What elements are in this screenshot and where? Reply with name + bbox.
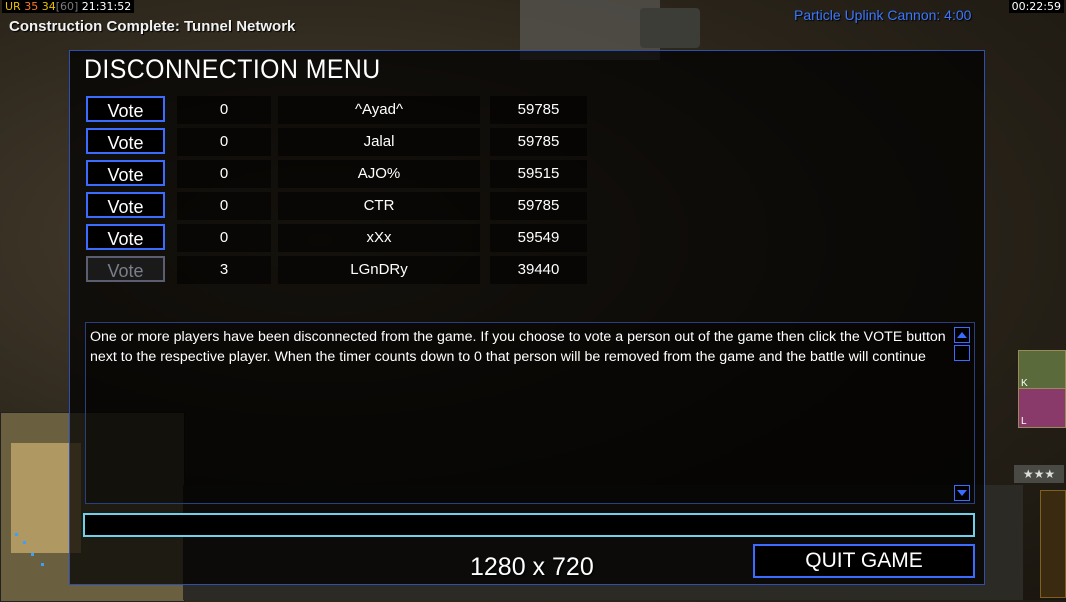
vote-button[interactable]: Vote: [86, 192, 165, 218]
minimap-unit-dot: [31, 553, 34, 556]
minimap-unit-dot: [23, 541, 26, 544]
player-timer: 59515: [490, 160, 587, 188]
player-name: ^Ayad^: [278, 96, 480, 124]
vote-button[interactable]: Vote: [86, 224, 165, 250]
player-name: xXx: [278, 224, 480, 252]
scroll-thumb[interactable]: [954, 345, 970, 361]
vote-count: 0: [177, 96, 271, 124]
disconnection-dialog: DISCONNECTION MENU Vote 0 ^Ayad^ 59785 V…: [69, 50, 985, 585]
hud-stat-1: 35: [24, 0, 39, 13]
player-timer: 59785: [490, 192, 587, 220]
message-box: One or more players have been disconnect…: [85, 322, 975, 504]
vote-count: 0: [177, 160, 271, 188]
unit-hotkey: L: [1021, 416, 1027, 427]
hud-stats: UR 35 34[60] 21:31:52: [2, 0, 135, 13]
game-clock: 00:22:59: [1008, 0, 1064, 13]
player-name: CTR: [278, 192, 480, 220]
vote-count: 0: [177, 128, 271, 156]
rank-stars: ★★★: [1014, 465, 1064, 483]
construction-notification: Construction Complete: Tunnel Network: [9, 18, 296, 35]
minimap-unit-dot: [15, 533, 18, 536]
hud-time: 21:31:52: [81, 0, 132, 13]
player-timer: 59785: [490, 128, 587, 156]
scroll-down-icon[interactable]: [954, 485, 970, 501]
player-timer: 59785: [490, 96, 587, 124]
vote-count: 0: [177, 224, 271, 252]
player-timer: 39440: [490, 256, 587, 284]
player-name: AJO%: [278, 160, 480, 188]
resolution-label: 1280 x 720: [470, 553, 594, 581]
vote-button[interactable]: Vote: [86, 160, 165, 186]
quit-game-button[interactable]: QUIT GAME: [753, 544, 975, 578]
disconnect-message: One or more players have been disconnect…: [90, 329, 946, 365]
unit-card-vehicle[interactable]: K: [1018, 350, 1066, 390]
hud-stat-3: [60]: [55, 0, 79, 13]
minimap-unit-dot: [41, 563, 44, 566]
hud-prefix: UR: [5, 0, 21, 13]
vote-count: 3: [177, 256, 271, 284]
background-vehicle: [640, 8, 700, 48]
scroll-up-icon[interactable]: [954, 327, 970, 343]
chat-input[interactable]: [83, 513, 975, 537]
player-name: LGnDRy: [278, 256, 480, 284]
power-meter: [1040, 490, 1066, 598]
dialog-title: DISCONNECTION MENU: [84, 54, 381, 84]
vote-count: 0: [177, 192, 271, 220]
player-name: Jalal: [278, 128, 480, 156]
player-timer: 59549: [490, 224, 587, 252]
vote-button[interactable]: Vote: [86, 128, 165, 154]
vote-button[interactable]: Vote: [86, 96, 165, 122]
message-scrollbar[interactable]: [952, 323, 974, 503]
vote-button-disabled: Vote: [86, 256, 165, 282]
superweapon-timer: Particle Uplink Cannon: 4:00: [794, 7, 972, 23]
hud-stat-2: 34: [41, 0, 56, 13]
unit-card-biohazard[interactable]: L: [1018, 388, 1066, 428]
